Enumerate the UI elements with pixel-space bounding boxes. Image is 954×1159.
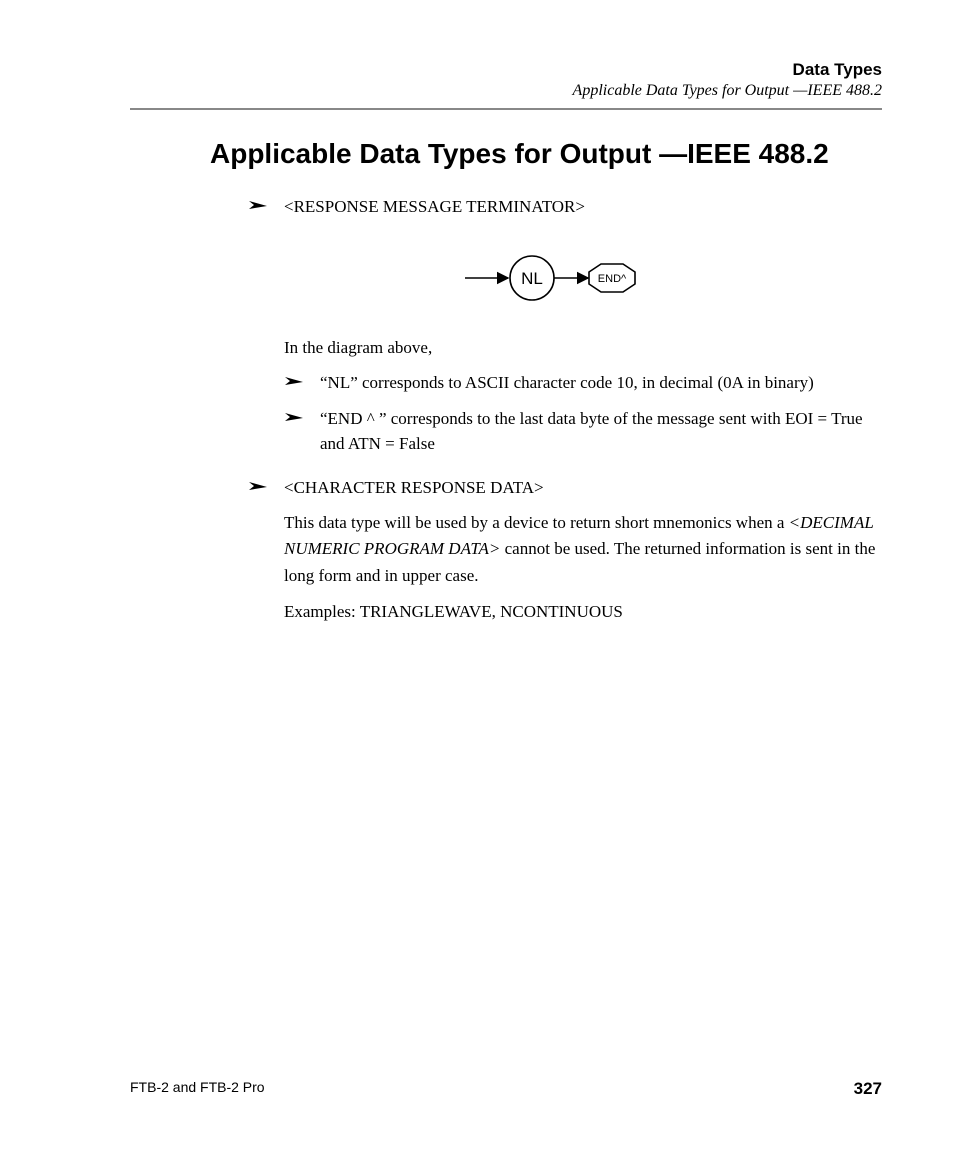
footer-page-number: 327 <box>854 1079 882 1099</box>
arrowhead-icon <box>248 479 270 493</box>
paragraph-description: This data type will be used by a device … <box>284 510 882 589</box>
page-heading: Applicable Data Types for Output —IEEE 4… <box>210 138 882 170</box>
bullet-text: <RESPONSE MESSAGE TERMINATOR> <box>284 194 585 220</box>
footer-product: FTB-2 and FTB-2 Pro <box>130 1079 265 1099</box>
header-subtitle: Applicable Data Types for Output —IEEE 4… <box>130 82 882 100</box>
header-rule <box>130 108 882 110</box>
bullet-response-terminator: <RESPONSE MESSAGE TERMINATOR> <box>248 194 882 220</box>
diagram-node-nl: NL <box>521 269 543 288</box>
bullet-text: “END ^ ” corresponds to the last data by… <box>320 406 882 457</box>
sub-bullet-nl: “NL” corresponds to ASCII character code… <box>284 370 882 396</box>
header-title: Data Types <box>130 60 882 80</box>
paragraph-diagram-intro: In the diagram above, <box>284 335 882 361</box>
bullet-text: <CHARACTER RESPONSE DATA> <box>284 475 544 501</box>
arrowhead-icon <box>248 198 270 212</box>
desc-part-a: This data type will be used by a device … <box>284 513 789 532</box>
bullet-character-response: <CHARACTER RESPONSE DATA> <box>248 475 882 501</box>
bullet-text: “NL” corresponds to ASCII character code… <box>320 370 814 396</box>
arrowhead-icon <box>284 374 306 388</box>
paragraph-examples: Examples: TRIANGLEWAVE, NCONTINUOUS <box>284 599 882 625</box>
page-footer: FTB-2 and FTB-2 Pro 327 <box>130 1079 882 1099</box>
arrowhead-icon <box>284 410 306 424</box>
syntax-diagram: NL END^ <box>248 248 882 313</box>
diagram-node-end: END^ <box>598 273 627 285</box>
sub-bullet-end: “END ^ ” corresponds to the last data by… <box>284 406 882 457</box>
